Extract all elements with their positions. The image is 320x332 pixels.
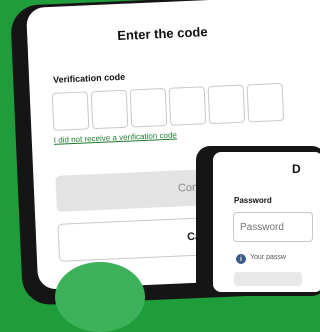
code-digit-3[interactable] [129,87,168,128]
info-icon: i [236,254,246,264]
code-digit-4[interactable] [168,86,207,126]
page-title: Enter the code [116,24,208,44]
code-digit-2[interactable] [90,89,129,130]
password-label: Password [234,196,272,205]
code-digit-5[interactable] [207,84,246,125]
verification-code-label: Verification code [52,71,126,85]
decorative-blob [55,262,145,332]
verification-code-inputs [51,82,285,131]
code-digit-6[interactable] [246,82,285,123]
password-hint: Your passw [250,254,286,261]
password-input[interactable] [233,212,313,242]
password-screen-title: D [292,162,301,176]
code-digit-1[interactable] [51,91,90,131]
resend-code-link[interactable]: I did not receive a verification code [54,131,177,145]
